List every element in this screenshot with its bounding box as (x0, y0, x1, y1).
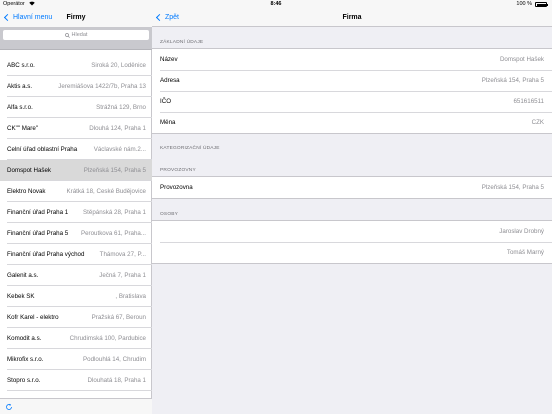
company-list-item[interactable]: Alfa s.r.o. Strážná 129, Brno (0, 97, 152, 118)
company-name: Galenit a.s. (7, 272, 39, 279)
company-name: Aktis a.s. (7, 83, 33, 90)
company-address: Dlouhatá 18, Praha 1 (87, 377, 146, 384)
company-list-item[interactable]: Komodit a.s. Chrudimská 100, Pardubice (0, 328, 152, 349)
persons-header: OSOBY (160, 212, 179, 217)
master-navbar: Hlavní menu Firmy (0, 8, 152, 27)
company-name: Komodit a.s. (7, 335, 42, 342)
company-list-item[interactable]: Kofr Karel - elektro Pražská 67, Beroun (0, 307, 152, 328)
company-name: Finanční úřad Praha východ (7, 251, 85, 258)
persons-group: Jaroslav Drobný Tomáš Marný (152, 220, 552, 264)
company-list-item[interactable]: Stopro s.r.o. Dlouhatá 18, Praha 1 (0, 370, 152, 391)
company-name: Alfa s.r.o. (7, 104, 33, 111)
company-address: Strážná 129, Brno (96, 104, 146, 111)
company-address: Thámova 27, P... (99, 251, 146, 258)
company-address: Krátká 18, České Budějovice (66, 188, 146, 195)
company-list-item[interactable]: Finanční úřad Praha 1 Štěpánská 28, Praha… (0, 202, 152, 223)
branches-group: Provozovna Plzeňská 154, Praha 5 (152, 176, 552, 199)
branches-header: PROVOZOVNY (160, 168, 196, 173)
company-address: Jeremiášova 1422/7b, Praha 13 (58, 83, 146, 90)
field-label: Provozovna (160, 184, 193, 191)
master-toolbar (0, 398, 152, 414)
company-list-item[interactable]: CK"" Mare" Dlouhá 124, Praha 1 (0, 118, 152, 139)
field-value: 651616511 (513, 98, 544, 105)
company-list-item[interactable]: Galenit a.s. Ječná 7, Praha 1 (0, 265, 152, 286)
company-address: Dlouhá 124, Praha 1 (89, 125, 146, 132)
basic-info-header: ZÁKLADNÍ ÚDAJE (160, 40, 204, 45)
company-address: Peroutkova 61, Praha... (80, 230, 146, 237)
company-address: Ječná 7, Praha 1 (99, 272, 146, 279)
search-icon (64, 32, 70, 38)
company-list-item[interactable]: ABC s.r.o. Široká 20, Loděnice (0, 55, 152, 76)
field-label: Název (160, 56, 178, 63)
person-row[interactable]: Tomáš Marný (152, 242, 552, 263)
company-list-item[interactable]: Kebek SK , Bratislava (0, 286, 152, 307)
company-list-item[interactable]: Celní úřad oblastní Praha Václavské nám.2… (0, 139, 152, 160)
field-value: Jaroslav Drobný (499, 228, 544, 235)
company-name: Mikrofix s.r.o. (7, 356, 44, 363)
company-address: Pražská 67, Beroun (91, 314, 146, 321)
company-address: Podlouhlá 14, Chrudim (83, 356, 146, 363)
field-value: Plzeňská 154, Praha 5 (481, 184, 544, 191)
field-value: Plzeňská 154, Praha 5 (481, 77, 544, 84)
categorization-header: KATEGORIZAČNÍ ÚDAJE (160, 146, 220, 151)
companies-pane: Hlavní menu Firmy Hledat ABC s.r.o. Širok… (0, 8, 152, 414)
basic-info-group: Název Domspot Hašek Adresa Plzeňská 154, Pr… (152, 48, 552, 134)
chevron-left-icon (155, 13, 164, 22)
detail-navbar: Zpět Firma (152, 8, 552, 27)
company-address: Štěpánská 28, Praha 1 (83, 209, 146, 216)
company-name: Stopro s.r.o. (7, 377, 41, 384)
company-name: Finanční úřad Praha 1 (7, 209, 69, 216)
company-name: CK"" Mare" (7, 125, 39, 132)
field-value: CZK (531, 119, 544, 126)
field-value: Domspot Hašek (499, 56, 544, 63)
company-name: ABC s.r.o. (7, 62, 35, 69)
field-label: IČO (160, 98, 172, 105)
basic-info-row[interactable]: IČO 651616511 (152, 91, 552, 112)
back-button-label: Hlavní menu (13, 14, 53, 21)
battery-percentage: 100 % (516, 1, 532, 7)
field-value: Tomáš Marný (506, 249, 544, 256)
search-input[interactable]: Hledat (3, 30, 149, 40)
company-name: Elektro Novak (7, 188, 46, 195)
company-address: Plzeňská 154, Praha 5 (83, 167, 146, 174)
chevron-left-icon (3, 13, 12, 22)
field-label: Adresa (160, 77, 180, 84)
search-bar: Hledat (0, 27, 152, 50)
company-address: , Bratislava (115, 293, 146, 300)
company-detail-pane: Zpět Firma ZÁKLADNÍ ÚDAJE Název Domspot H… (152, 8, 552, 414)
status-time: 8:46 (270, 1, 282, 7)
company-name: Kofr Karel - elektro (7, 314, 59, 321)
company-list-item[interactable]: Aktis a.s. Jeremiášova 1422/7b, Praha 13 (0, 76, 152, 97)
company-list: ABC s.r.o. Široká 20, Loděnice Aktis a.s. J… (0, 55, 152, 391)
company-list-item[interactable]: Finanční úřad Praha 5 Peroutkova 61, Prah… (0, 223, 152, 244)
detail-title: Firma (342, 14, 362, 21)
search-placeholder: Hledat (71, 32, 88, 38)
back-to-main-menu-button[interactable]: Hlavní menu (3, 8, 52, 27)
field-label: Měna (160, 119, 176, 126)
company-name: Finanční úřad Praha 5 (7, 230, 69, 237)
company-name: Celní úřad oblastní Praha (7, 146, 78, 153)
company-list-item[interactable]: Mikrofix s.r.o. Podlouhlá 14, Chrudim (0, 349, 152, 370)
basic-info-row[interactable]: Adresa Plzeňská 154, Praha 5 (152, 70, 552, 91)
battery-icon (535, 2, 548, 7)
company-list-item[interactable]: Finanční úřad Praha východ Thámova 27, P.… (0, 244, 152, 265)
company-address: Široká 20, Loděnice (91, 62, 146, 69)
refresh-icon[interactable] (5, 403, 13, 411)
status-bar: Operátor 8:46 100 % (0, 0, 552, 8)
basic-info-row[interactable]: Měna CZK (152, 112, 552, 133)
branch-row[interactable]: Provozovna Plzeňská 154, Praha 5 (152, 177, 552, 198)
person-row[interactable]: Jaroslav Drobný (152, 221, 552, 242)
back-button[interactable]: Zpět (155, 8, 179, 27)
company-address: Václavské nám.2... (93, 146, 146, 153)
company-list-item[interactable]: Elektro Novak Krátká 18, České Budějovice (0, 181, 152, 202)
company-address: Chrudimská 100, Pardubice (69, 335, 146, 342)
company-name: Kebek SK (7, 293, 35, 300)
company-list-item[interactable]: Domspot Hašek Plzeňská 154, Praha 5 (0, 160, 152, 181)
back-button-label: Zpět (165, 14, 180, 21)
company-name: Domspot Hašek (7, 167, 52, 174)
basic-info-row[interactable]: Název Domspot Hašek (152, 49, 552, 70)
